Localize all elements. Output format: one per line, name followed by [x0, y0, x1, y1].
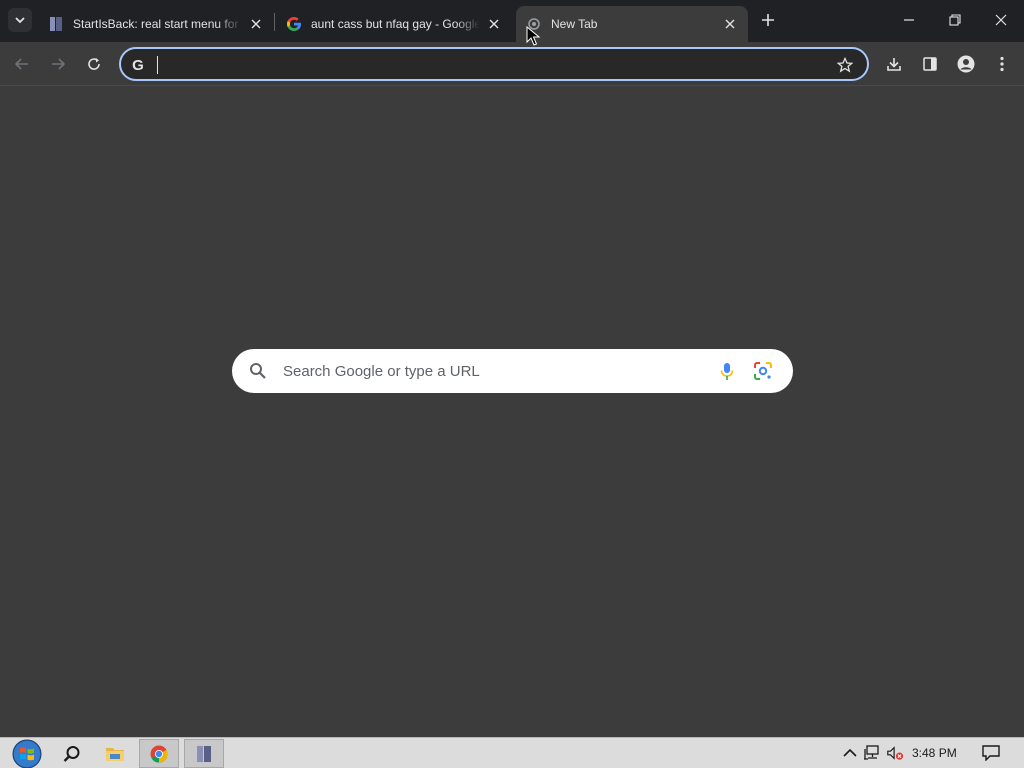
- book-icon: [197, 745, 211, 762]
- tab-separator: [274, 13, 275, 31]
- google-g-icon: G: [132, 56, 144, 74]
- side-panel-button[interactable]: [916, 50, 944, 78]
- chevron-up-icon: [843, 748, 857, 757]
- tab-startisback[interactable]: StartIsBack: real start menu for Windows: [38, 6, 274, 42]
- minimize-button[interactable]: [886, 0, 932, 40]
- mouse-cursor-icon: [526, 26, 540, 46]
- tab-strip: StartIsBack: real start menu for Windows…: [0, 0, 1024, 42]
- menu-button[interactable]: [988, 50, 1016, 78]
- address-input[interactable]: [155, 54, 815, 76]
- tab-title: New Tab: [551, 17, 598, 31]
- notification-icon: [982, 745, 1000, 761]
- more-vertical-icon: [1000, 56, 1004, 72]
- taskbar-file-explorer[interactable]: [95, 739, 135, 768]
- profile-button[interactable]: [952, 50, 980, 78]
- restore-icon: [949, 14, 961, 26]
- download-icon: [887, 58, 901, 71]
- start-button[interactable]: [8, 739, 46, 768]
- show-hidden-icons-button[interactable]: [841, 745, 859, 761]
- close-icon[interactable]: [486, 16, 502, 32]
- action-center-button[interactable]: [982, 745, 1000, 761]
- google-lens-icon[interactable]: [752, 360, 774, 382]
- chrome-icon: [150, 745, 168, 762]
- folder-icon: [106, 748, 124, 761]
- arrow-right-icon: [52, 58, 66, 70]
- minimize-icon: [904, 19, 914, 21]
- close-icon: [995, 14, 1007, 26]
- arrow-left-icon: [14, 58, 28, 70]
- microphone-icon[interactable]: [716, 360, 738, 382]
- tab-google-search[interactable]: aunt cass but nfaq gay - Google Search: [276, 6, 512, 42]
- tab-title: StartIsBack: real start menu for Windows: [73, 17, 242, 31]
- forward-button[interactable]: [44, 50, 72, 78]
- close-icon[interactable]: [722, 16, 738, 32]
- chevron-down-icon: [15, 17, 25, 24]
- taskbar-search[interactable]: [52, 739, 92, 768]
- taskbar-chrome[interactable]: [139, 739, 179, 768]
- avatar-icon: [957, 55, 975, 73]
- tab-title: aunt cass but nfaq gay - Google Search: [311, 17, 480, 31]
- ntp-search-box[interactable]: [232, 349, 793, 393]
- tab-new-tab[interactable]: New Tab: [516, 6, 748, 42]
- volume-muted-icon[interactable]: [886, 745, 904, 761]
- taskbar-startisback[interactable]: [184, 739, 224, 768]
- taskbar-clock[interactable]: 3:48 PM: [912, 746, 957, 760]
- bookmark-star-button[interactable]: [833, 53, 857, 77]
- plus-icon: [762, 14, 774, 26]
- search-icon: [63, 745, 80, 762]
- network-icon[interactable]: [864, 745, 882, 761]
- google-g-icon: [286, 16, 302, 32]
- close-window-button[interactable]: [978, 0, 1024, 40]
- omnibox[interactable]: G: [119, 47, 869, 81]
- reload-icon: [88, 58, 100, 70]
- search-icon: [250, 363, 266, 379]
- windows-logo-icon: [12, 739, 42, 768]
- browser-toolbar: G: [0, 42, 1024, 86]
- text-caret: [157, 56, 158, 74]
- tab-search-button[interactable]: [8, 8, 32, 32]
- taskbar: 3:48 PM: [0, 737, 1024, 768]
- new-tab-button[interactable]: [756, 8, 780, 32]
- book-icon: [48, 16, 64, 32]
- side-panel-icon: [923, 57, 937, 71]
- restore-button[interactable]: [932, 0, 978, 40]
- close-icon[interactable]: [248, 16, 264, 32]
- back-button[interactable]: [8, 50, 36, 78]
- downloads-button[interactable]: [880, 50, 908, 78]
- star-icon: [837, 57, 853, 73]
- ntp-search-input[interactable]: [283, 360, 703, 382]
- reload-button[interactable]: [80, 50, 108, 78]
